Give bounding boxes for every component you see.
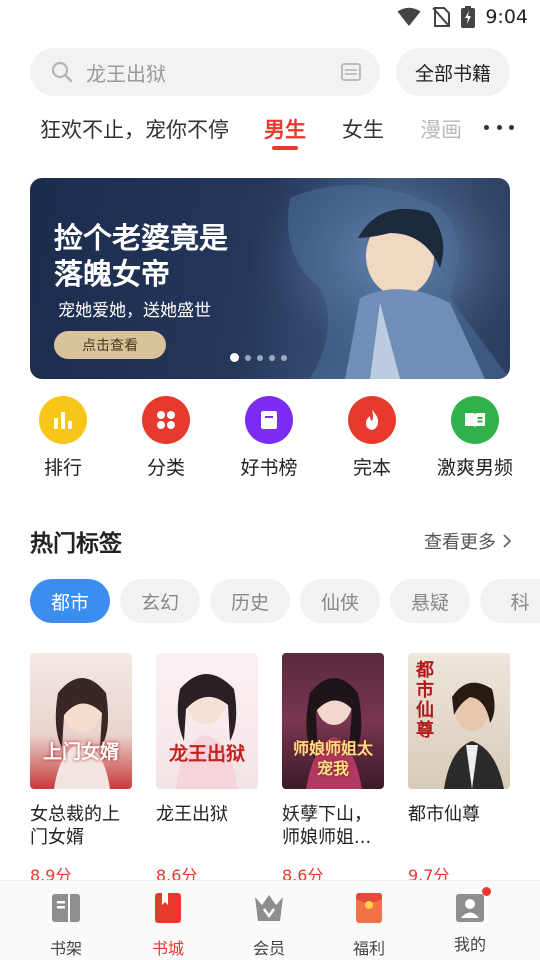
- bookstore-icon: [155, 893, 181, 923]
- scan-icon[interactable]: [340, 61, 362, 83]
- cover-title: 都市仙尊: [416, 660, 434, 741]
- book-card[interactable]: 师娘师姐太宠我 妖孽下山，师娘师姐... 8.6分: [282, 653, 386, 886]
- entry-male-hot-badge: [451, 396, 499, 444]
- search-input[interactable]: 龙王出狱: [30, 48, 380, 96]
- profile-icon-wrap: [453, 887, 491, 925]
- bottom-nav: 书架 书城 会员 福利 我的: [0, 880, 540, 960]
- see-more-link[interactable]: 查看更多: [424, 528, 512, 554]
- book-title: 龙王出狱: [156, 804, 228, 825]
- wifi-icon: [397, 7, 421, 26]
- more-icon[interactable]: [484, 112, 514, 142]
- book-title: 女总裁的上门女婿: [30, 804, 120, 848]
- book-card[interactable]: 龙王出狱 龙王出狱 8.6分: [156, 653, 260, 886]
- red-envelope-icon: [356, 893, 382, 923]
- grid-icon: [157, 411, 175, 429]
- banner-dot: [269, 354, 275, 361]
- entry-good-books-badge: [245, 396, 293, 444]
- tag-chip[interactable]: 科: [480, 579, 540, 623]
- entry-male-hot[interactable]: 激爽男频: [423, 396, 527, 480]
- book-cover: 龙王出狱: [156, 653, 258, 789]
- nav-welfare-label: 福利: [352, 939, 385, 958]
- book-title: 妖孽下山，师娘师姐...: [282, 804, 372, 848]
- book-title: 都市仙尊: [408, 804, 480, 825]
- bar-chart-icon: [54, 412, 72, 429]
- tag-chip[interactable]: 历史: [210, 579, 290, 623]
- entry-good-books[interactable]: 好书榜: [217, 396, 321, 480]
- book-card[interactable]: 都市仙尊 都市仙尊 9.7分: [408, 653, 512, 886]
- nav-membership-label: 会员: [252, 939, 285, 958]
- tab-promo[interactable]: 狂欢不止，宠你不停: [40, 114, 229, 144]
- bookshelf-icon: [52, 894, 80, 922]
- tag-chip[interactable]: 都市: [30, 579, 110, 623]
- book-card[interactable]: 上门女婿 女总裁的上门女婿 8.9分: [30, 653, 134, 886]
- tab-comics[interactable]: 漫画: [420, 114, 462, 144]
- banner-title: 捡个老婆竟是 落魄女帝: [54, 221, 229, 291]
- banner-page-indicator: [230, 353, 287, 362]
- entry-ranking-badge: [39, 396, 87, 444]
- booklist-icon: [261, 411, 277, 429]
- search-placeholder: 龙王出狱: [86, 61, 166, 86]
- banner-subtitle: 宠她爱她，送她盛世: [58, 301, 211, 321]
- banner-carousel[interactable]: 捡个老婆竟是 落魄女帝 宠她爱她，送她盛世 点击查看: [30, 178, 510, 379]
- nav-bookshelf[interactable]: 书架: [26, 891, 106, 959]
- banner-dot: [230, 353, 239, 362]
- tag-chip[interactable]: 仙侠: [300, 579, 380, 623]
- notification-badge: [482, 887, 491, 896]
- see-more-label: 查看更多: [424, 532, 496, 553]
- cover-portrait-art: [54, 678, 110, 789]
- tab-male[interactable]: 男生: [264, 114, 306, 144]
- crown-icon: [255, 895, 283, 921]
- entry-finished-badge: [348, 396, 396, 444]
- nav-profile[interactable]: 我的: [430, 887, 510, 955]
- entry-category-label: 分类: [146, 457, 185, 479]
- entry-finished[interactable]: 完本: [320, 396, 424, 480]
- hot-tags-title: 热门标签: [30, 531, 122, 557]
- status-time: 9:04: [485, 6, 528, 28]
- cover-portrait-art: [176, 674, 238, 789]
- book-cover: 师娘师姐太宠我: [282, 653, 384, 789]
- nav-bookshelf-label: 书架: [49, 939, 82, 958]
- search-icon: [51, 61, 73, 83]
- nav-membership[interactable]: 会员: [229, 891, 309, 959]
- no-sim-icon: [432, 7, 451, 27]
- tag-chip[interactable]: 悬疑: [390, 579, 470, 623]
- hot-tags-list: 都市 玄幻 历史 仙侠 悬疑 科: [30, 579, 540, 625]
- tab-female[interactable]: 女生: [342, 114, 384, 144]
- status-bar: 9:04: [0, 0, 540, 36]
- channel-tabs: 狂欢不止，宠你不停 男生 女生 漫画: [0, 106, 540, 154]
- banner-dot: [257, 354, 263, 361]
- entry-finished-label: 完本: [352, 457, 391, 479]
- book-cover: 上门女婿: [30, 653, 132, 789]
- entry-ranking[interactable]: 排行: [11, 396, 115, 480]
- chevron-right-icon: [503, 534, 512, 548]
- entry-good-books-label: 好书榜: [240, 457, 298, 479]
- cover-title: 龙王出狱: [168, 743, 245, 765]
- banner-dot: [245, 354, 251, 361]
- tag-chip[interactable]: 玄幻: [120, 579, 200, 623]
- entry-category-badge: [142, 396, 190, 444]
- cover-title: 上门女婿: [42, 741, 119, 763]
- book-list: 上门女婿 女总裁的上门女婿 8.9分 龙王出狱 龙王出狱 8.6分 师娘师姐太宠…: [0, 653, 540, 886]
- nav-welfare[interactable]: 福利: [329, 891, 409, 959]
- open-book-icon: [465, 413, 485, 428]
- entry-male-hot-label: 激爽男频: [436, 457, 513, 479]
- banner-view-button[interactable]: 点击查看: [54, 331, 166, 359]
- all-books-button[interactable]: 全部书籍: [396, 48, 510, 96]
- nav-profile-label: 我的: [453, 935, 486, 954]
- flame-icon: [366, 410, 379, 430]
- book-cover: 都市仙尊: [408, 653, 510, 789]
- entry-ranking-label: 排行: [43, 457, 82, 479]
- quick-entries: 排行 分类 好书榜 完本 激爽男频: [0, 396, 540, 486]
- profile-icon: [456, 894, 484, 922]
- cover-title: 师娘师姐太宠我: [292, 739, 373, 778]
- entry-category[interactable]: 分类: [114, 396, 218, 480]
- status-icons: 9:04: [397, 6, 528, 28]
- battery-charging-icon: [461, 6, 476, 28]
- nav-bookstore-label: 书城: [151, 939, 184, 958]
- banner-dot: [281, 354, 287, 361]
- banner-character-art: [250, 178, 510, 379]
- tab-active-indicator: [272, 146, 298, 150]
- nav-bookstore[interactable]: 书城: [128, 891, 208, 959]
